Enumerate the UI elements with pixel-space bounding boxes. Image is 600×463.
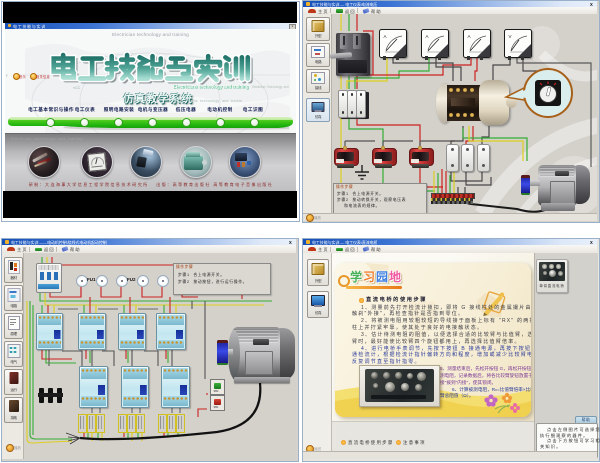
svg-text:V: V: [509, 34, 512, 39]
svg-text:A: A: [468, 34, 471, 39]
svg-text:A: A: [384, 34, 387, 39]
svg-text:A: A: [426, 34, 429, 39]
